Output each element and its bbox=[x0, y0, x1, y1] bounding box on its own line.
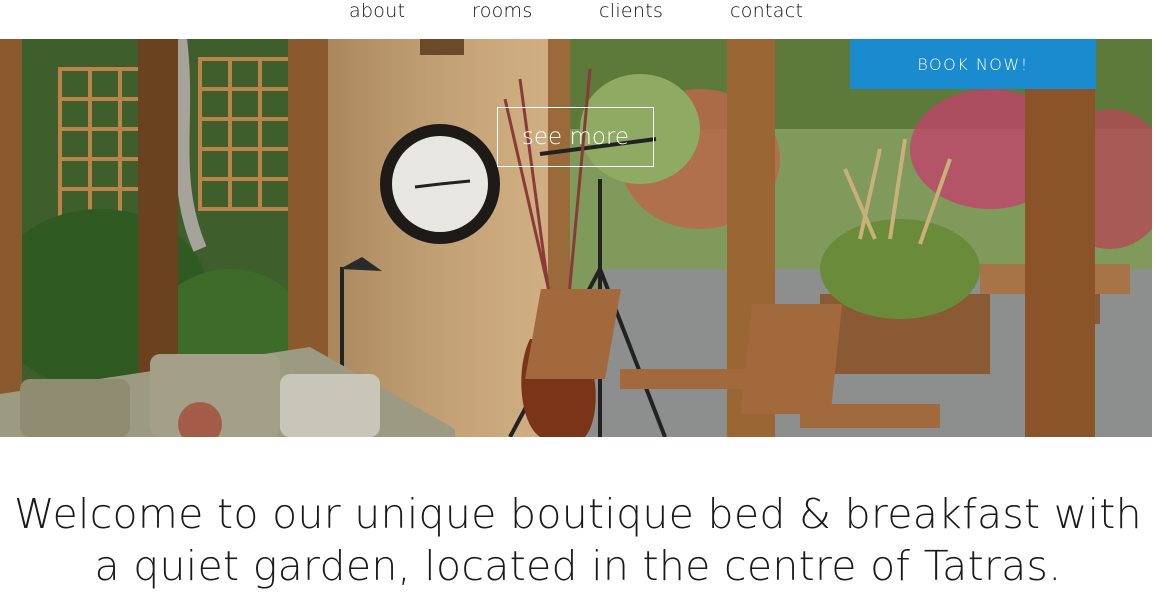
nav-link-rooms[interactable]: rooms bbox=[472, 0, 533, 22]
welcome-headline: Welcome to our unique boutique bed & bre… bbox=[14, 490, 1142, 590]
top-nav: about rooms clients contact bbox=[0, 0, 1156, 39]
post bbox=[1025, 39, 1095, 437]
post bbox=[0, 39, 22, 437]
post bbox=[138, 39, 178, 379]
nav-link-clients[interactable]: clients bbox=[599, 0, 663, 22]
book-now-button[interactable]: BOOK NOW! bbox=[850, 39, 1096, 89]
hero-illustration bbox=[0, 39, 1152, 437]
wall-clock bbox=[380, 124, 500, 244]
nav-link-contact[interactable]: contact bbox=[730, 0, 803, 22]
nav-link-about[interactable]: about bbox=[349, 0, 405, 22]
hero-image bbox=[0, 39, 1152, 437]
see-more-button[interactable]: see more bbox=[497, 107, 654, 167]
